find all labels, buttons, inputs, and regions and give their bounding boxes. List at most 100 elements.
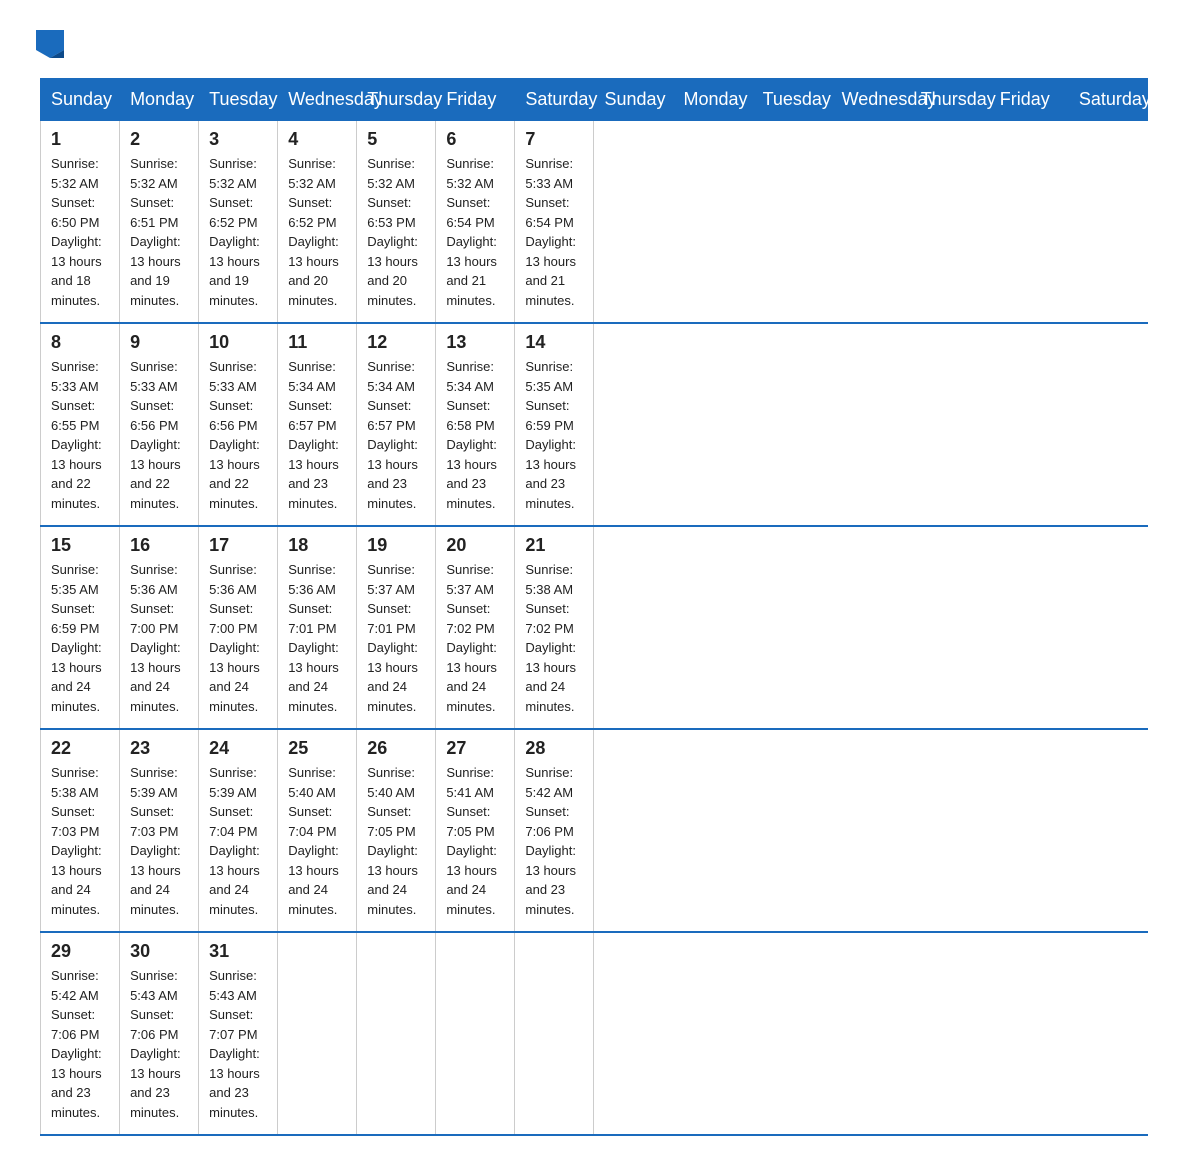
calendar-cell: 31 Sunrise: 5:43 AMSunset: 7:07 PMDayligh… xyxy=(199,932,278,1135)
day-number: 8 xyxy=(51,332,109,353)
calendar-week-row: 15Sunrise: 5:35 AMSunset: 6:59 PMDayligh… xyxy=(41,526,1148,729)
calendar-cell xyxy=(278,932,357,1135)
logo-icon xyxy=(36,30,64,58)
calendar-cell: 1Sunrise: 5:32 AMSunset: 6:50 PMDaylight… xyxy=(41,121,120,324)
day-number: 27 xyxy=(446,738,504,759)
day-number: 18 xyxy=(288,535,346,556)
day-info: Sunrise: 5:32 AMSunset: 6:52 PMDaylight:… xyxy=(288,154,346,310)
calendar-cell: 17 Sunrise: 5:36 AMSunset: 7:00 PMDayligh… xyxy=(199,526,278,729)
calendar-week-row: 1Sunrise: 5:32 AMSunset: 6:50 PMDaylight… xyxy=(41,121,1148,324)
day-number: 13 xyxy=(446,332,504,353)
day-info: Sunrise: 5:32 AMSunset: 6:51 PMDaylight:… xyxy=(130,154,188,310)
day-number: 7 xyxy=(525,129,583,150)
calendar-cell: 25 Sunrise: 5:40 AMSunset: 7:04 PMDayligh… xyxy=(278,729,357,932)
calendar-header-row: SundayMondayTuesdayWednesdayThursdayFrid… xyxy=(41,79,1148,121)
day-info: Sunrise: 5:32 AMSunset: 6:53 PMDaylight:… xyxy=(367,154,425,310)
calendar-cell: 23Sunrise: 5:39 AMSunset: 7:03 PMDayligh… xyxy=(120,729,199,932)
calendar-week-row: 8 Sunrise: 5:33 AMSunset: 6:55 PMDaylight… xyxy=(41,323,1148,526)
calendar-cell: 4 Sunrise: 5:32 AMSunset: 6:52 PMDaylight… xyxy=(278,121,357,324)
calendar-cell: 15Sunrise: 5:35 AMSunset: 6:59 PMDayligh… xyxy=(41,526,120,729)
calendar-cell: 18 Sunrise: 5:36 AMSunset: 7:01 PMDayligh… xyxy=(278,526,357,729)
day-info: Sunrise: 5:33 AMSunset: 6:56 PMDaylight:… xyxy=(209,357,267,513)
header-monday: Monday xyxy=(673,79,752,121)
calendar-cell: 8 Sunrise: 5:33 AMSunset: 6:55 PMDaylight… xyxy=(41,323,120,526)
calendar-cell: 21Sunrise: 5:38 AMSunset: 7:02 PMDayligh… xyxy=(515,526,594,729)
calendar-cell: 9Sunrise: 5:33 AMSunset: 6:56 PMDaylight… xyxy=(120,323,199,526)
day-number: 15 xyxy=(51,535,109,556)
day-number: 17 xyxy=(209,535,267,556)
day-number: 12 xyxy=(367,332,425,353)
calendar-cell: 11Sunrise: 5:34 AMSunset: 6:57 PMDayligh… xyxy=(278,323,357,526)
day-number: 24 xyxy=(209,738,267,759)
day-info: Sunrise: 5:42 AMSunset: 7:06 PMDaylight:… xyxy=(525,763,583,919)
calendar-cell: 19 Sunrise: 5:37 AMSunset: 7:01 PMDayligh… xyxy=(357,526,436,729)
day-number: 3 xyxy=(209,129,267,150)
calendar-cell: 16 Sunrise: 5:36 AMSunset: 7:00 PMDayligh… xyxy=(120,526,199,729)
calendar-week-row: 29Sunrise: 5:42 AMSunset: 7:06 PMDayligh… xyxy=(41,932,1148,1135)
day-number: 19 xyxy=(367,535,425,556)
calendar-cell: 22 Sunrise: 5:38 AMSunset: 7:03 PMDayligh… xyxy=(41,729,120,932)
calendar-cell: 29Sunrise: 5:42 AMSunset: 7:06 PMDayligh… xyxy=(41,932,120,1135)
calendar-cell: 12Sunrise: 5:34 AMSunset: 6:57 PMDayligh… xyxy=(357,323,436,526)
day-info: Sunrise: 5:37 AMSunset: 7:02 PMDaylight:… xyxy=(446,560,504,716)
day-info: Sunrise: 5:43 AMSunset: 7:06 PMDaylight:… xyxy=(130,966,188,1122)
header-sunday: Sunday xyxy=(594,79,673,121)
header-monday: Monday xyxy=(120,79,199,121)
calendar-cell xyxy=(515,932,594,1135)
day-number: 25 xyxy=(288,738,346,759)
day-info: Sunrise: 5:38 AMSunset: 7:02 PMDaylight:… xyxy=(525,560,583,716)
page-header xyxy=(40,30,1148,58)
calendar-week-row: 22 Sunrise: 5:38 AMSunset: 7:03 PMDayligh… xyxy=(41,729,1148,932)
day-number: 16 xyxy=(130,535,188,556)
day-info: Sunrise: 5:33 AMSunset: 6:56 PMDaylight:… xyxy=(130,357,188,513)
day-info: Sunrise: 5:32 AMSunset: 6:54 PMDaylight:… xyxy=(446,154,504,310)
header-sunday: Sunday xyxy=(41,79,120,121)
day-info: Sunrise: 5:38 AMSunset: 7:03 PMDaylight:… xyxy=(51,763,109,919)
calendar-cell: 27 Sunrise: 5:41 AMSunset: 7:05 PMDayligh… xyxy=(436,729,515,932)
day-number: 31 xyxy=(209,941,267,962)
day-number: 28 xyxy=(525,738,583,759)
header-wednesday: Wednesday xyxy=(831,79,910,121)
day-info: Sunrise: 5:33 AMSunset: 6:54 PMDaylight:… xyxy=(525,154,583,310)
calendar-table: SundayMondayTuesdayWednesdayThursdayFrid… xyxy=(40,78,1148,1136)
calendar-cell xyxy=(357,932,436,1135)
day-info: Sunrise: 5:41 AMSunset: 7:05 PMDaylight:… xyxy=(446,763,504,919)
day-number: 26 xyxy=(367,738,425,759)
calendar-cell: 2Sunrise: 5:32 AMSunset: 6:51 PMDaylight… xyxy=(120,121,199,324)
day-info: Sunrise: 5:33 AMSunset: 6:55 PMDaylight:… xyxy=(51,357,109,513)
calendar-cell: 10Sunrise: 5:33 AMSunset: 6:56 PMDayligh… xyxy=(199,323,278,526)
day-info: Sunrise: 5:43 AMSunset: 7:07 PMDaylight:… xyxy=(209,966,267,1122)
day-number: 29 xyxy=(51,941,109,962)
calendar-cell: 24 Sunrise: 5:39 AMSunset: 7:04 PMDayligh… xyxy=(199,729,278,932)
header-tuesday: Tuesday xyxy=(752,79,831,121)
day-info: Sunrise: 5:36 AMSunset: 7:00 PMDaylight:… xyxy=(130,560,188,716)
day-info: Sunrise: 5:37 AMSunset: 7:01 PMDaylight:… xyxy=(367,560,425,716)
day-info: Sunrise: 5:36 AMSunset: 7:01 PMDaylight:… xyxy=(288,560,346,716)
header-friday: Friday xyxy=(989,79,1068,121)
day-info: Sunrise: 5:39 AMSunset: 7:04 PMDaylight:… xyxy=(209,763,267,919)
calendar-cell: 20Sunrise: 5:37 AMSunset: 7:02 PMDayligh… xyxy=(436,526,515,729)
header-tuesday: Tuesday xyxy=(199,79,278,121)
day-info: Sunrise: 5:39 AMSunset: 7:03 PMDaylight:… xyxy=(130,763,188,919)
header-saturday: Saturday xyxy=(515,79,594,121)
header-friday: Friday xyxy=(436,79,515,121)
calendar-cell: 30 Sunrise: 5:43 AMSunset: 7:06 PMDayligh… xyxy=(120,932,199,1135)
calendar-cell: 26 Sunrise: 5:40 AMSunset: 7:05 PMDayligh… xyxy=(357,729,436,932)
calendar-cell xyxy=(436,932,515,1135)
header-wednesday: Wednesday xyxy=(278,79,357,121)
calendar-cell: 5Sunrise: 5:32 AMSunset: 6:53 PMDaylight… xyxy=(357,121,436,324)
day-number: 4 xyxy=(288,129,346,150)
day-info: Sunrise: 5:35 AMSunset: 6:59 PMDaylight:… xyxy=(525,357,583,513)
calendar-cell: 14 Sunrise: 5:35 AMSunset: 6:59 PMDayligh… xyxy=(515,323,594,526)
day-info: Sunrise: 5:36 AMSunset: 7:00 PMDaylight:… xyxy=(209,560,267,716)
day-number: 30 xyxy=(130,941,188,962)
day-number: 11 xyxy=(288,332,346,353)
day-info: Sunrise: 5:40 AMSunset: 7:05 PMDaylight:… xyxy=(367,763,425,919)
header-thursday: Thursday xyxy=(357,79,436,121)
header-thursday: Thursday xyxy=(910,79,989,121)
calendar-cell: 7 Sunrise: 5:33 AMSunset: 6:54 PMDaylight… xyxy=(515,121,594,324)
day-info: Sunrise: 5:32 AMSunset: 6:50 PMDaylight:… xyxy=(51,154,109,310)
day-info: Sunrise: 5:40 AMSunset: 7:04 PMDaylight:… xyxy=(288,763,346,919)
day-number: 22 xyxy=(51,738,109,759)
day-number: 14 xyxy=(525,332,583,353)
